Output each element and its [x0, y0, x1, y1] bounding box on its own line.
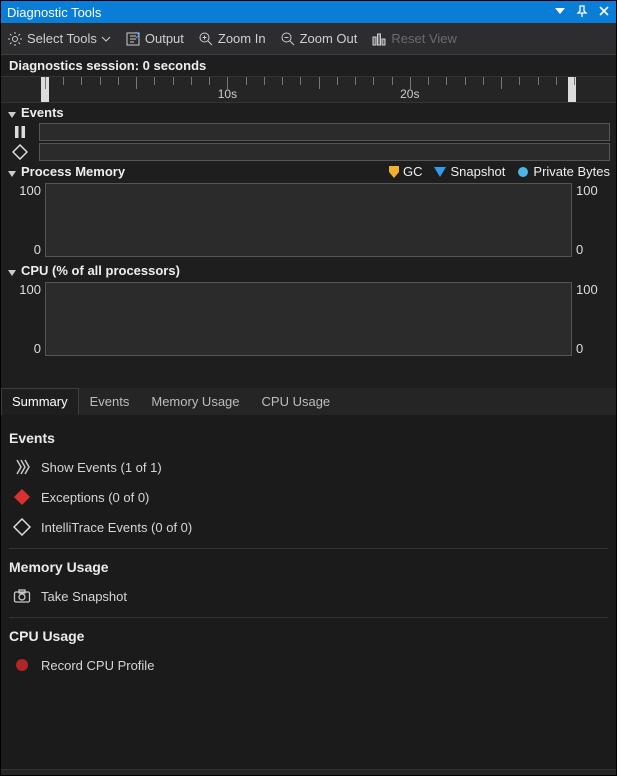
legend-snapshot-label: Snapshot	[450, 164, 505, 179]
reset-view-label: Reset View	[391, 31, 457, 46]
zoom-in-label: Zoom In	[218, 31, 266, 46]
collapse-icon	[7, 266, 17, 276]
tab-summary[interactable]: Summary	[1, 388, 79, 415]
memory-axis-left: 1000	[7, 183, 45, 257]
collapse-icon	[7, 108, 17, 118]
window-dropdown-icon[interactable]	[554, 5, 566, 20]
memory-graph-header[interactable]: Process Memory GC Snapshot Private Bytes	[1, 162, 616, 181]
summary-memory-heading: Memory Usage	[9, 559, 608, 575]
cpu-axis-right: 1000	[572, 282, 610, 356]
tab-events[interactable]: Events	[79, 388, 141, 415]
record-cpu-label: Record CPU Profile	[41, 658, 154, 673]
cpu-graph-header[interactable]: CPU (% of all processors)	[1, 261, 616, 280]
cpu-axis-left: 1000	[7, 282, 45, 356]
cpu-chart[interactable]	[45, 282, 572, 356]
legend-private-bytes-label: Private Bytes	[533, 164, 610, 179]
intellitrace-icon	[13, 518, 31, 536]
intellitrace-action[interactable]: IntelliTrace Events (0 of 0)	[9, 512, 608, 542]
output-label: Output	[145, 31, 184, 46]
chevron-down-icon	[101, 34, 111, 44]
memory-graph-title: Process Memory	[21, 164, 125, 179]
pin-icon[interactable]	[576, 5, 588, 20]
events-graph-header[interactable]: Events	[1, 103, 616, 122]
select-tools-button[interactable]: Select Tools	[7, 31, 111, 47]
private-bytes-marker-icon	[517, 166, 529, 178]
reset-view-icon	[371, 31, 387, 47]
zoom-in-button[interactable]: Zoom In	[198, 31, 266, 47]
show-events-action[interactable]: Show Events (1 of 1)	[9, 452, 608, 482]
memory-legend: GC Snapshot Private Bytes	[389, 164, 610, 179]
take-snapshot-action[interactable]: Take Snapshot	[9, 581, 608, 611]
tab-cpu-usage[interactable]: CPU Usage	[251, 388, 342, 415]
toolbar: Select Tools Output Zoom In Zoom Out Res…	[1, 23, 616, 55]
cpu-graph-title: CPU (% of all processors)	[21, 263, 180, 278]
events-graph-title: Events	[21, 105, 64, 120]
summary-panel: Events Show Events (1 of 1) Exceptions (…	[1, 416, 616, 769]
close-icon[interactable]	[598, 5, 610, 20]
zoom-out-label: Zoom Out	[300, 31, 358, 46]
output-icon	[125, 31, 141, 47]
events-overview-icon	[13, 458, 31, 476]
snapshot-marker-icon	[434, 167, 446, 177]
exceptions-action[interactable]: Exceptions (0 of 0)	[9, 482, 608, 512]
select-tools-label: Select Tools	[27, 31, 97, 46]
intellitrace-label: IntelliTrace Events (0 of 0)	[41, 520, 192, 535]
zoom-in-icon	[198, 31, 214, 47]
details-tab-bar: Summary Events Memory Usage CPU Usage	[1, 388, 616, 416]
memory-axis-right: 1000	[572, 183, 610, 257]
camera-icon	[13, 587, 31, 605]
window-title: Diagnostic Tools	[7, 5, 101, 20]
take-snapshot-label: Take Snapshot	[41, 589, 127, 604]
summary-events-heading: Events	[9, 430, 608, 446]
legend-gc-label: GC	[403, 164, 423, 179]
output-button[interactable]: Output	[125, 31, 184, 47]
exceptions-label: Exceptions (0 of 0)	[41, 490, 149, 505]
show-events-label: Show Events (1 of 1)	[41, 460, 162, 475]
events-track-1[interactable]	[39, 123, 610, 141]
tab-memory-usage[interactable]: Memory Usage	[140, 388, 250, 415]
record-icon	[13, 656, 31, 674]
record-cpu-action[interactable]: Record CPU Profile	[9, 650, 608, 680]
collapse-icon	[7, 167, 17, 177]
zoom-out-icon	[280, 31, 296, 47]
title-bar: Diagnostic Tools	[1, 1, 616, 23]
gc-marker-icon	[389, 166, 399, 178]
timeline-ruler[interactable]: 10s20s	[1, 77, 616, 103]
zoom-out-button[interactable]: Zoom Out	[280, 31, 358, 47]
session-label: Diagnostics session: 0 seconds	[1, 55, 616, 77]
memory-chart[interactable]	[45, 183, 572, 257]
exception-icon	[13, 488, 31, 506]
reset-view-button[interactable]: Reset View	[371, 31, 457, 47]
resize-strip[interactable]	[1, 769, 616, 775]
summary-cpu-heading: CPU Usage	[9, 628, 608, 644]
break-all-icon	[7, 124, 33, 140]
gear-icon	[7, 31, 23, 47]
events-track-2[interactable]	[39, 143, 610, 161]
diamond-icon	[7, 144, 33, 160]
